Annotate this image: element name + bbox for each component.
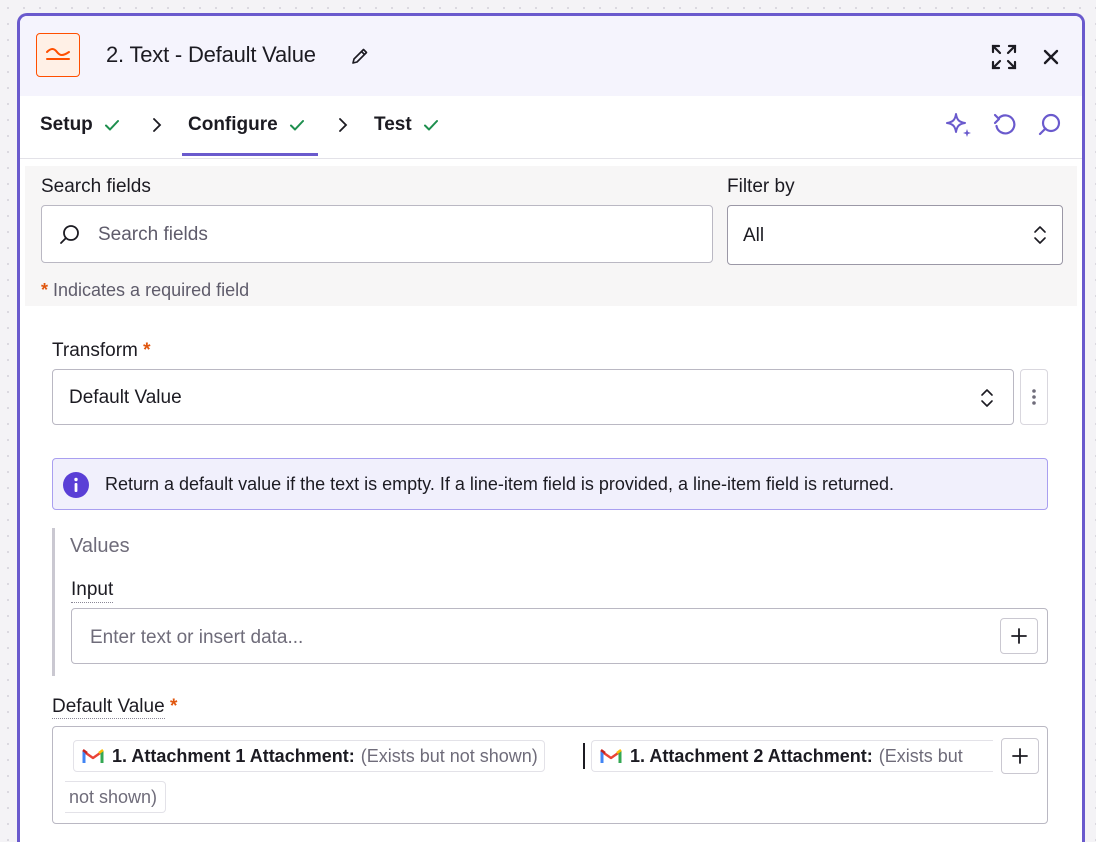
updown-chevron-icon <box>981 389 993 407</box>
panel-header: 2. Text - Default Value <box>20 16 1082 96</box>
step-tabs: Setup Configure Test <box>20 96 1082 159</box>
filter-selected-value: All <box>743 225 765 246</box>
gmail-icon <box>600 749 622 763</box>
tab-label: Configure <box>188 114 278 135</box>
expand-icon[interactable] <box>990 43 1018 71</box>
text-cursor <box>583 743 585 769</box>
default-value-label: Default Value * <box>52 696 178 719</box>
data-pill-continuation[interactable]: not shown) <box>65 781 167 813</box>
insert-data-button[interactable] <box>1000 618 1038 654</box>
tab-setup[interactable]: Setup <box>40 114 121 136</box>
search-fields-box[interactable] <box>41 205 713 263</box>
active-tab-indicator <box>182 153 318 156</box>
required-field-note: * Indicates a required field <box>41 280 249 301</box>
undo-icon[interactable] <box>991 111 1019 139</box>
plus-icon <box>1011 628 1027 644</box>
filter-by-select[interactable]: All <box>727 205 1063 265</box>
chevron-right-icon <box>153 118 162 132</box>
formatter-app-icon <box>36 33 80 77</box>
values-group-title: Values <box>70 535 130 557</box>
default-value-label-text: Default Value <box>52 696 165 719</box>
filter-by-label: Filter by <box>727 176 795 197</box>
search-icon[interactable] <box>1036 111 1064 139</box>
input-label: Input <box>71 579 114 603</box>
input-field[interactable] <box>71 608 1048 664</box>
required-star: * <box>143 340 151 361</box>
check-icon <box>423 120 438 131</box>
info-text: Return a default value if the text is em… <box>105 474 895 494</box>
tab-test[interactable]: Test <box>374 114 440 136</box>
info-icon <box>63 472 89 498</box>
data-pill[interactable]: 1. Attachment 1 Attachment: (Exists but … <box>73 740 545 772</box>
tab-label: Setup <box>40 114 93 135</box>
close-icon[interactable] <box>1040 46 1062 68</box>
pill-field-value: (Exists but <box>878 745 963 766</box>
info-callout: Return a default value if the text is em… <box>52 458 1048 510</box>
updown-chevron-icon <box>1034 226 1046 244</box>
step-title: 2. Text - Default Value <box>106 42 316 67</box>
required-star: * <box>169 696 178 717</box>
tab-label: Test <box>374 114 412 135</box>
chevron-right-icon <box>339 118 348 132</box>
search-fields-input[interactable] <box>96 220 700 250</box>
kebab-menu-icon <box>1032 389 1036 405</box>
pill-field-name: 1. Attachment 2 Attachment: <box>630 745 873 766</box>
required-note-text: Indicates a required field <box>48 280 250 300</box>
transform-label-text: Transform <box>52 340 138 361</box>
tab-configure[interactable]: Configure <box>188 114 306 136</box>
default-value-field[interactable]: 1. Attachment 1 Attachment: (Exists but … <box>52 726 1048 824</box>
insert-data-button[interactable] <box>1001 738 1039 774</box>
check-icon <box>104 120 119 131</box>
data-pill[interactable]: 1. Attachment 2 Attachment: (Exists but <box>591 740 993 772</box>
search-fields-label: Search fields <box>41 176 151 197</box>
values-group-bar <box>52 528 55 676</box>
pill-field-value: (Exists but not shown) <box>360 745 538 766</box>
plus-icon <box>1012 748 1028 764</box>
check-icon <box>289 120 304 131</box>
step-editor-panel: 2. Text - Default Value Setup Configure … <box>17 13 1085 842</box>
ai-sparkle-icon[interactable] <box>944 110 974 140</box>
transform-select[interactable]: Default Value <box>52 369 1014 425</box>
field-search-section: Search fields Filter by All * Indicates … <box>25 166 1077 306</box>
transform-selected-value: Default Value <box>69 387 182 408</box>
pencil-icon[interactable] <box>350 46 370 66</box>
required-star: * <box>41 280 49 300</box>
field-options-button[interactable] <box>1020 369 1048 425</box>
search-icon <box>60 225 79 244</box>
gmail-icon <box>82 749 104 763</box>
formatter-icon <box>46 48 70 60</box>
input-text-input[interactable] <box>88 623 972 653</box>
pill-field-name: 1. Attachment 1 Attachment: <box>112 745 355 766</box>
transform-label: Transform * <box>52 340 151 362</box>
